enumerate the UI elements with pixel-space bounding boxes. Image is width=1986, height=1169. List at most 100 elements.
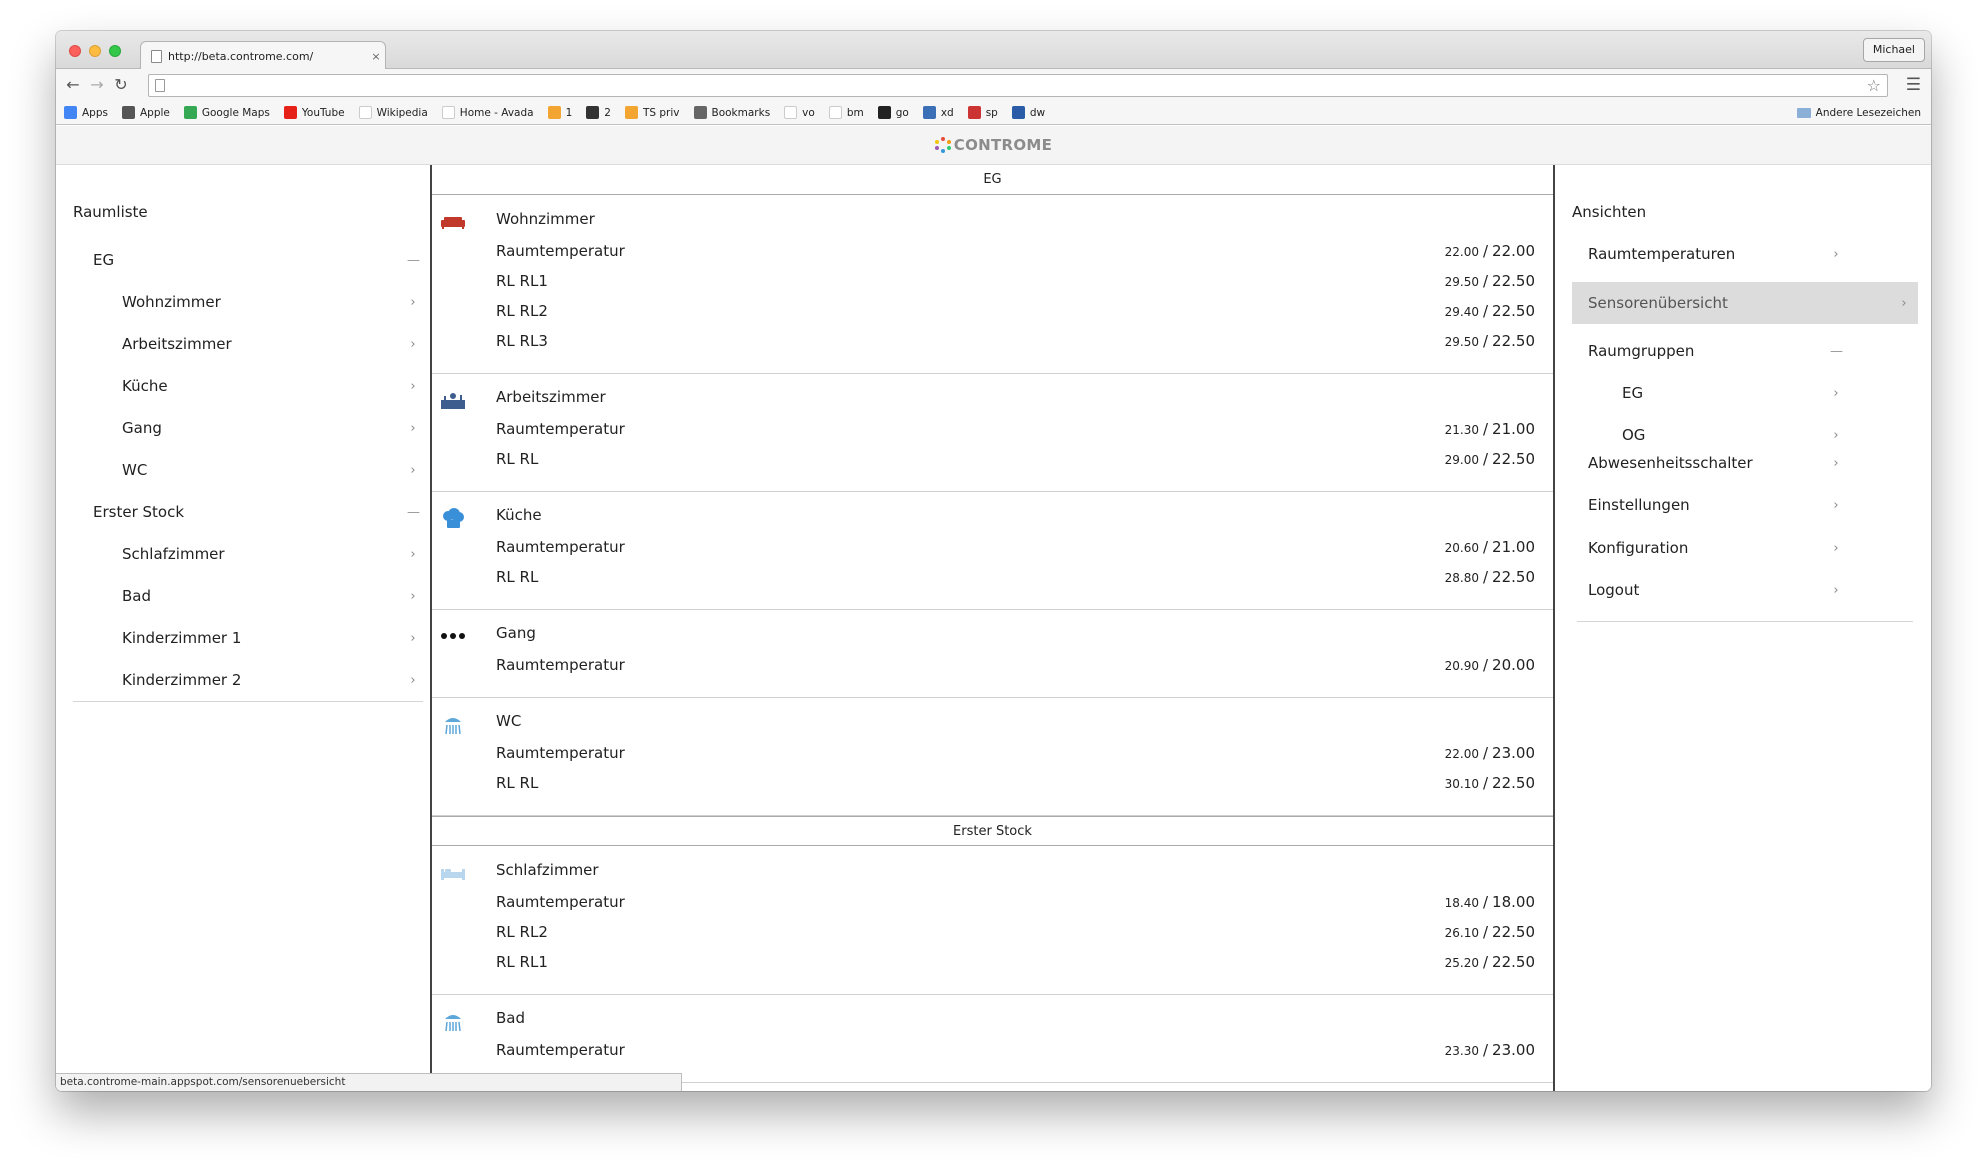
sensor-value: 29.50/22.50 [1445, 332, 1535, 350]
actual-value: 29.50 [1444, 275, 1479, 289]
wikipedia-icon [358, 106, 372, 119]
room-card[interactable]: Bad Raumtemperatur 23.30/23.00 [432, 995, 1553, 1083]
bookmark-item[interactable]: xd [922, 106, 954, 119]
room-card[interactable]: Küche Raumtemperatur 20.60/21.00 RL RL 28.80… [432, 492, 1553, 610]
nav-abwesenheitsschalter[interactable]: Abwesenheitsschalter › [1572, 448, 1842, 478]
sidebar-room-label: WC [122, 461, 148, 479]
target-value: 22.50 [1492, 272, 1535, 290]
sensor-label: RL RL2 [496, 923, 548, 941]
bookmark-item[interactable]: vo [784, 106, 815, 119]
value-separator: / [1482, 420, 1489, 438]
bookmark-item[interactable]: Apple [121, 106, 170, 119]
back-arrow-icon[interactable]: ← [62, 74, 84, 96]
nav-group-og[interactable]: OG › [1572, 420, 1842, 450]
bookmark-label: vo [802, 106, 815, 119]
tab-close-icon[interactable]: × [367, 50, 385, 63]
nav-group-0[interactable]: EG — [93, 245, 420, 275]
nav-einstellungen[interactable]: Einstellungen › [1572, 490, 1842, 520]
sp-icon [967, 106, 981, 119]
bookmark-item[interactable]: go [877, 106, 909, 119]
bookmarks-bar: Apps Apple Google Maps YouTube Wikipedia Home… [56, 101, 1931, 125]
sensor-value: 22.00/22.00 [1445, 242, 1535, 260]
bookmark-label: xd [940, 106, 954, 119]
hamburger-menu-icon[interactable]: ☰ [1906, 75, 1921, 95]
bookmark-label: 1 [565, 106, 573, 119]
bookmark-label: sp [985, 106, 998, 119]
close-window-button[interactable] [69, 45, 81, 57]
sidebar-room-item[interactable]: Kinderzimmer 1 › [122, 623, 419, 653]
sidebar-room-item[interactable]: Schlafzimmer › [122, 539, 419, 569]
bookmark-item[interactable]: bm [828, 106, 864, 119]
bookmark-item[interactable]: YouTube [283, 106, 345, 119]
room-card[interactable]: Gang Raumtemperatur 20.90/20.00 [432, 610, 1553, 698]
sensor-label: RL RL2 [496, 302, 548, 320]
bookmark-item[interactable]: dw [1011, 106, 1045, 119]
room-card[interactable]: Wohnzimmer Raumtemperatur 22.00/22.00 RL RL… [432, 196, 1553, 374]
browser-tab[interactable]: http://beta.controme.com/ × [140, 41, 386, 70]
nav-label: Raumgruppen [1588, 342, 1695, 360]
bookmark-item[interactable]: Apps [64, 106, 108, 119]
sidebar-room-item[interactable]: Arbeitszimmer › [122, 329, 419, 359]
target-value: 21.00 [1492, 420, 1535, 438]
nav-sensorenuebersicht[interactable]: Sensorenübersicht › [1572, 282, 1918, 324]
room-name: WC [496, 712, 522, 730]
bookmark-item[interactable]: 2 [586, 106, 611, 119]
nav-raumtemperaturen[interactable]: Raumtemperaturen › [1572, 239, 1842, 269]
sensor-label: Raumtemperatur [496, 893, 625, 911]
nav-konfiguration[interactable]: Konfiguration › [1572, 533, 1842, 563]
bookmark-item[interactable]: TS priv [624, 106, 680, 119]
target-value: 22.50 [1492, 332, 1535, 350]
chevron-right-icon: › [1901, 295, 1907, 311]
bookmark-item[interactable]: Home - Avada [441, 106, 534, 119]
sensor-value: 18.40/18.00 [1445, 893, 1535, 911]
forward-arrow-icon[interactable]: → [86, 74, 108, 96]
sensor-row: Raumtemperatur 23.30/23.00 [496, 1035, 1535, 1065]
floor-header: Erster Stock [432, 816, 1553, 846]
nav-label: Abwesenheitsschalter [1588, 454, 1753, 472]
sidebar-room-item[interactable]: Kinderzimmer 2 › [122, 665, 419, 695]
room-list-title: Raumliste [73, 203, 148, 221]
profile-button[interactable]: Michael [1862, 38, 1925, 62]
controme-logo[interactable]: CONTROME [934, 136, 1052, 154]
bookmark-item[interactable]: Bookmarks [693, 106, 770, 119]
other-bookmarks[interactable]: Andere Lesezeichen [1796, 101, 1921, 125]
nav-group-1[interactable]: Erster Stock — [93, 497, 420, 527]
bookmark-label: Apple [139, 106, 170, 119]
bookmark-item[interactable]: Google Maps [183, 106, 270, 119]
value-separator: / [1482, 568, 1489, 586]
house-icon [547, 106, 561, 119]
value-separator: / [1482, 656, 1489, 674]
room-card[interactable]: WC Raumtemperatur 22.00/23.00 RL RL 30.10/22… [432, 698, 1553, 816]
reload-icon[interactable]: ↻ [110, 74, 132, 96]
nav-raumgruppen[interactable]: Raumgruppen — [1572, 336, 1843, 366]
sensor-label: RL RL3 [496, 332, 548, 350]
sensor-row: Raumtemperatur 22.00/22.00 [496, 236, 1535, 266]
room-card[interactable]: Arbeitszimmer Raumtemperatur 21.30/21.00 RL… [432, 374, 1553, 492]
minimize-window-button[interactable] [89, 45, 101, 57]
address-bar[interactable]: ☆ [148, 74, 1888, 97]
room-name: Wohnzimmer [496, 210, 595, 228]
nav-group-eg[interactable]: EG › [1572, 378, 1842, 408]
bookmark-star-icon[interactable]: ☆ [1867, 75, 1881, 96]
target-value: 22.50 [1492, 923, 1535, 941]
sidebar-room-item[interactable]: Küche › [122, 371, 419, 401]
shower-icon [440, 1011, 466, 1032]
bookmark-item[interactable]: 1 [547, 106, 573, 119]
sensor-value: 23.30/23.00 [1445, 1041, 1535, 1059]
zoom-window-button[interactable] [109, 45, 121, 57]
bookmark-item[interactable]: sp [967, 106, 998, 119]
target-value: 22.50 [1492, 302, 1535, 320]
ferris-icon [586, 106, 600, 119]
sidebar-room-item[interactable]: Wohnzimmer › [122, 287, 419, 317]
sidebar-room-item[interactable]: WC › [122, 455, 419, 485]
bookmark-item[interactable]: Wikipedia [358, 106, 428, 119]
sidebar-room-item[interactable]: Bad › [122, 581, 419, 611]
sensor-value: 30.10/22.50 [1445, 774, 1535, 792]
nav-logout[interactable]: Logout › [1572, 575, 1842, 605]
sensor-value: 20.60/21.00 [1445, 538, 1535, 556]
sensor-row: RL RL2 26.10/22.50 [496, 917, 1535, 947]
sidebar-room-item[interactable]: Gang › [122, 413, 419, 443]
room-card[interactable]: Schlafzimmer Raumtemperatur 18.40/18.00 RL … [432, 847, 1553, 995]
sensor-label: Raumtemperatur [496, 1041, 625, 1059]
floor-header: EG [432, 165, 1553, 195]
